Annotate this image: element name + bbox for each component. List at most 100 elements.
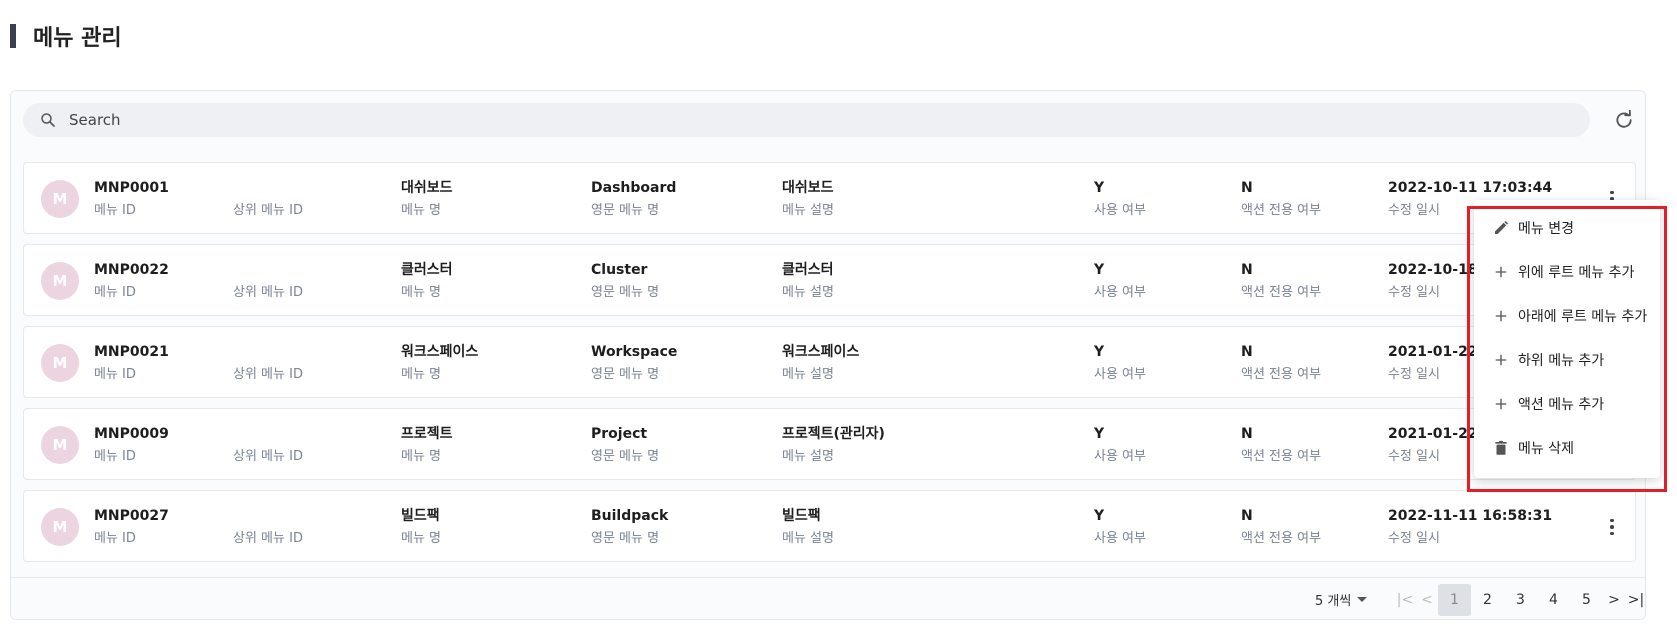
action-only-value: N bbox=[1241, 508, 1253, 524]
menu-desc-label: 메뉴 설명 bbox=[782, 449, 834, 464]
menu-item-label: 아래에 루트 메뉴 추가 bbox=[1518, 309, 1648, 325]
modified-at-value: 2022-11-11 16:58:31 bbox=[1388, 508, 1553, 524]
page-header: 메뉴 관리 bbox=[10, 24, 122, 51]
pencil-icon bbox=[1495, 220, 1509, 234]
page-button-3[interactable]: 3 bbox=[1504, 584, 1537, 616]
use-yn-value: Y bbox=[1094, 426, 1105, 442]
page-size-select[interactable]: 5 개씩 bbox=[1315, 590, 1368, 609]
page-button-2[interactable]: 2 bbox=[1471, 584, 1504, 616]
prev-page-button[interactable]: < bbox=[1416, 584, 1438, 616]
next-page-button[interactable]: > bbox=[1603, 584, 1625, 616]
menu-item-add-root-above[interactable]: 위에 루트 메뉴 추가 bbox=[1474, 250, 1660, 294]
menu-desc-label: 메뉴 설명 bbox=[782, 367, 834, 382]
parent-id-label: 상위 메뉴 ID bbox=[233, 449, 303, 464]
caret-down-icon bbox=[1357, 597, 1368, 602]
menu-item-delete[interactable]: 메뉴 삭제 bbox=[1474, 426, 1660, 470]
menu-name-value: 프로젝트 bbox=[401, 426, 453, 442]
menu-desc-label: 메뉴 설명 bbox=[782, 285, 834, 300]
parent-id-label: 상위 메뉴 ID bbox=[233, 367, 303, 382]
use-yn-label: 사용 여부 bbox=[1094, 285, 1146, 300]
action-only-value: N bbox=[1241, 180, 1253, 196]
table-row[interactable]: M MNP0001 메뉴 ID 상위 메뉴 ID 대쉬보드 메뉴 명 Dashboa… bbox=[23, 162, 1636, 234]
parent-id-label: 상위 메뉴 ID bbox=[233, 531, 303, 546]
menu-name-en-label: 영문 메뉴 명 bbox=[591, 203, 660, 218]
modified-at-label: 수정 일시 bbox=[1388, 531, 1440, 546]
use-yn-label: 사용 여부 bbox=[1094, 449, 1146, 464]
menu-name-en-value: Dashboard bbox=[591, 180, 677, 196]
more-vert-icon[interactable] bbox=[1604, 517, 1620, 537]
action-only-label: 액션 전용 여부 bbox=[1241, 367, 1322, 382]
menu-desc-value: 클러스터 bbox=[782, 262, 834, 278]
avatar: M bbox=[41, 508, 79, 546]
use-yn-value: Y bbox=[1094, 262, 1105, 278]
pager: |< < 1 2 3 4 5 > >| bbox=[1394, 584, 1647, 616]
menu-id-value: MNP0001 bbox=[94, 180, 169, 196]
menu-item-add-child[interactable]: 하위 메뉴 추가 bbox=[1474, 338, 1660, 382]
menu-name-value: 클러스터 bbox=[401, 262, 453, 278]
menu-item-label: 하위 메뉴 추가 bbox=[1518, 353, 1605, 369]
page-button-1[interactable]: 1 bbox=[1438, 584, 1471, 616]
menu-id-value: MNP0021 bbox=[94, 344, 169, 360]
modified-at-value: 2022-10-11 17:03:44 bbox=[1388, 180, 1553, 196]
parent-id-label: 상위 메뉴 ID bbox=[233, 285, 303, 300]
page-button-5[interactable]: 5 bbox=[1570, 584, 1603, 616]
menu-id-label: 메뉴 ID bbox=[94, 531, 136, 546]
menu-desc-label: 메뉴 설명 bbox=[782, 531, 834, 546]
table-row[interactable]: M MNP0022 메뉴 ID 상위 메뉴 ID 클러스터 메뉴 명 Cluster… bbox=[23, 244, 1636, 316]
action-only-label: 액션 전용 여부 bbox=[1241, 449, 1322, 464]
menu-name-label: 메뉴 명 bbox=[401, 531, 442, 546]
table-row[interactable]: M MNP0009 메뉴 ID 상위 메뉴 ID 프로젝트 메뉴 명 Project… bbox=[23, 408, 1636, 480]
page-button-4[interactable]: 4 bbox=[1537, 584, 1570, 616]
menu-name-en-label: 영문 메뉴 명 bbox=[591, 449, 660, 464]
parent-id-value bbox=[233, 425, 303, 443]
menu-item-label: 메뉴 변경 bbox=[1518, 221, 1574, 237]
plus-icon bbox=[1495, 310, 1507, 322]
menu-name-en-value: Cluster bbox=[591, 262, 648, 278]
use-yn-value: Y bbox=[1094, 180, 1105, 196]
refresh-icon bbox=[1616, 110, 1632, 128]
use-yn-value: Y bbox=[1094, 508, 1105, 524]
menu-desc-value: 워크스페이스 bbox=[782, 344, 860, 360]
search-box[interactable] bbox=[23, 103, 1590, 137]
avatar: M bbox=[41, 180, 79, 218]
menu-desc-value: 대쉬보드 bbox=[782, 180, 834, 196]
use-yn-label: 사용 여부 bbox=[1094, 203, 1146, 218]
parent-id-value bbox=[233, 261, 303, 279]
action-only-label: 액션 전용 여부 bbox=[1241, 203, 1322, 218]
table-row[interactable]: M MNP0027 메뉴 ID 상위 메뉴 ID 빌드팩메뉴 명 Buildpac… bbox=[23, 490, 1636, 562]
action-only-value: N bbox=[1241, 426, 1253, 442]
menu-name-label: 메뉴 명 bbox=[401, 449, 442, 464]
menu-name-en-label: 영문 메뉴 명 bbox=[591, 367, 660, 382]
menu-name-en-value: Buildpack bbox=[591, 508, 669, 524]
use-yn-label: 사용 여부 bbox=[1094, 367, 1146, 382]
menu-name-value: 빌드팩 bbox=[401, 508, 440, 524]
parent-id-value bbox=[233, 179, 303, 197]
last-page-button[interactable]: >| bbox=[1625, 584, 1647, 616]
search-input[interactable] bbox=[69, 111, 1469, 129]
menu-item-add-root-below[interactable]: 아래에 루트 메뉴 추가 bbox=[1474, 294, 1660, 338]
first-page-button[interactable]: |< bbox=[1394, 584, 1416, 616]
refresh-button[interactable] bbox=[1611, 107, 1637, 133]
menu-id-value: MNP0027 bbox=[94, 508, 169, 524]
table-row[interactable]: M MNP0021 메뉴 ID 상위 메뉴 ID 워크스페이스 메뉴 명 Works… bbox=[23, 326, 1636, 398]
parent-id-label: 상위 메뉴 ID bbox=[233, 203, 303, 218]
menu-item-label: 액션 메뉴 추가 bbox=[1518, 397, 1605, 413]
search-icon bbox=[41, 113, 55, 127]
row-context-menu: 메뉴 변경 위에 루트 메뉴 추가 아래에 루트 메뉴 추가 하위 메뉴 추가 … bbox=[1474, 200, 1660, 478]
trash-icon bbox=[1495, 440, 1507, 455]
menu-id-value: MNP0022 bbox=[94, 262, 169, 278]
action-only-label: 액션 전용 여부 bbox=[1241, 531, 1322, 546]
menu-id-label: 메뉴 ID bbox=[94, 449, 136, 464]
menu-name-value: 대쉬보드 bbox=[401, 180, 453, 196]
action-only-label: 액션 전용 여부 bbox=[1241, 285, 1322, 300]
menu-item-label: 위에 루트 메뉴 추가 bbox=[1518, 265, 1635, 281]
menu-item-add-action[interactable]: 액션 메뉴 추가 bbox=[1474, 382, 1660, 426]
menu-list-panel: M MNP0001 메뉴 ID 상위 메뉴 ID 대쉬보드메뉴 명 Dashboa… bbox=[10, 90, 1646, 620]
menu-name-value: 워크스페이스 bbox=[401, 344, 479, 360]
parent-id-value bbox=[233, 507, 303, 525]
parent-id-value bbox=[233, 343, 303, 361]
menu-desc-label: 메뉴 설명 bbox=[782, 203, 834, 218]
use-yn-value: Y bbox=[1094, 344, 1105, 360]
menu-item-edit[interactable]: 메뉴 변경 bbox=[1474, 206, 1660, 250]
title-accent-bar bbox=[10, 24, 16, 48]
